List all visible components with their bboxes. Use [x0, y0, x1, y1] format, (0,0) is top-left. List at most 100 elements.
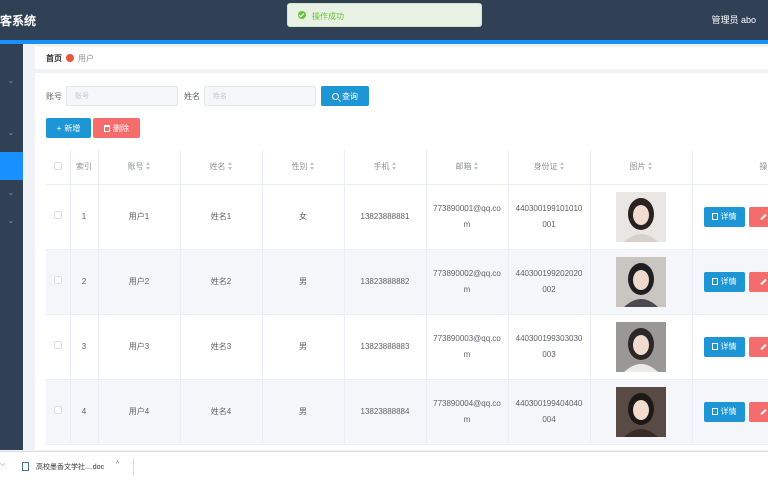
detail-button[interactable]: 详情 [703, 336, 745, 357]
row-select-cell[interactable] [46, 184, 71, 250]
sidebar-item-active[interactable] [0, 152, 23, 180]
account-input[interactable] [66, 86, 178, 106]
detail-button[interactable]: 详情 [703, 206, 745, 227]
row-checkbox[interactable] [53, 340, 62, 349]
user-menu[interactable]: 管理员 abo [711, 13, 756, 26]
sort-icon[interactable] [145, 162, 151, 171]
cell-photo [590, 379, 693, 445]
sort-icon[interactable] [559, 162, 565, 171]
cell-gender: 女 [262, 184, 345, 250]
sidebar: ⌄ ⌄ ⌄ ⌄ [0, 44, 23, 450]
chevron-down-icon[interactable]: ⌄ [6, 216, 16, 226]
cell-operations: 详情 [692, 379, 768, 445]
select-all-cell[interactable] [46, 150, 71, 185]
photo-image [616, 321, 666, 372]
cell-email: 773890003@qq.co m [426, 314, 509, 380]
divider [133, 458, 134, 475]
column-header[interactable]: 身份证 [508, 150, 591, 185]
chevron-down-icon[interactable]: ⌄ [6, 76, 16, 86]
sort-icon[interactable] [391, 162, 397, 171]
sort-icon[interactable] [473, 162, 479, 171]
scroll-left-icon[interactable]: ⌵ [0, 461, 5, 469]
document-icon [711, 213, 718, 220]
column-header[interactable]: 图片 [590, 150, 693, 185]
column-header[interactable]: 手机 [344, 150, 427, 185]
query-button[interactable]: 查询 [321, 86, 369, 106]
file-icon [22, 462, 29, 471]
toast-message: 操作成功 [312, 12, 344, 21]
cell-email: 773890004@qq.co m [426, 379, 509, 445]
cell-operations: 详情 [692, 184, 768, 250]
breadcrumb-bar: 首页 用户 [35, 47, 768, 69]
user-photo[interactable] [616, 256, 666, 307]
row-checkbox[interactable] [53, 275, 62, 284]
cell-phone: 13823888883 [344, 314, 427, 380]
cell-name: 姓名1 [180, 184, 263, 250]
cell-email: 773890001@qq.co m [426, 184, 509, 250]
cell-operations: 详情 [692, 314, 768, 380]
edit-icon [760, 343, 767, 350]
column-header: 操 [692, 150, 768, 185]
edit-icon [760, 408, 767, 415]
column-header[interactable]: 姓名 [180, 150, 263, 185]
cell-photo [590, 184, 693, 250]
row-select-cell[interactable] [46, 379, 71, 445]
chevron-down-icon[interactable]: ⌄ [6, 128, 16, 138]
cell-index: 4 [70, 379, 99, 445]
document-icon [711, 278, 718, 285]
row-checkbox[interactable] [53, 405, 62, 414]
cell-gender: 男 [262, 314, 345, 380]
cell-account: 用户4 [98, 379, 181, 445]
edit-icon [760, 213, 767, 220]
chevron-up-icon[interactable]: ^ [116, 461, 119, 468]
cell-phone: 13823888884 [344, 379, 427, 445]
sort-icon[interactable] [647, 162, 653, 171]
detail-button[interactable]: 详情 [703, 401, 745, 422]
trash-icon [104, 124, 110, 132]
cell-photo [590, 314, 693, 380]
cell-idcard: 440300199202020 002 [508, 249, 591, 315]
select-all-checkbox[interactable] [53, 161, 62, 170]
breadcrumb: 首页 用户 [46, 53, 94, 64]
name-input[interactable] [204, 86, 316, 106]
user-photo[interactable] [616, 321, 666, 372]
edit-button[interactable] [748, 271, 768, 292]
table-row: 2 用户2 姓名2 男 13823888882 773890002@qq.co m 44030… [46, 249, 768, 315]
add-button[interactable]: + 新增 [46, 118, 91, 138]
cell-index: 3 [70, 314, 99, 380]
cell-idcard: 440300199303030 003 [508, 314, 591, 380]
download-filename[interactable]: 高校墨香文学社....doc [36, 462, 104, 472]
column-header[interactable]: 邮箱 [426, 150, 509, 185]
photo-image [616, 386, 666, 437]
cell-phone: 13823888881 [344, 184, 427, 250]
cell-name: 姓名2 [180, 249, 263, 315]
row-select-cell[interactable] [46, 314, 71, 380]
check-circle-icon [298, 11, 306, 19]
edit-button[interactable] [748, 336, 768, 357]
chevron-down-icon[interactable]: ⌄ [6, 188, 16, 198]
column-header: 索引 [70, 150, 99, 185]
detail-button[interactable]: 详情 [703, 271, 745, 292]
sort-icon[interactable] [309, 162, 315, 171]
breadcrumb-separator-icon [66, 54, 74, 62]
sort-icon[interactable] [227, 162, 233, 171]
cell-account: 用户1 [98, 184, 181, 250]
edit-button[interactable] [748, 401, 768, 422]
user-photo[interactable] [616, 191, 666, 242]
column-header[interactable]: 性别 [262, 150, 345, 185]
row-select-cell[interactable] [46, 249, 71, 315]
download-bar: ⌵ 高校墨香文学社....doc ^ [0, 451, 768, 480]
breadcrumb-home[interactable]: 首页 [46, 54, 62, 63]
document-icon [711, 408, 718, 415]
cell-operations: 详情 [692, 249, 768, 315]
edit-icon [760, 278, 767, 285]
breadcrumb-current: 用户 [78, 54, 94, 63]
user-photo[interactable] [616, 386, 666, 437]
edit-button[interactable] [748, 206, 768, 227]
table-header-row: 索引 账号 姓名 性别 手机 邮箱 身份证 图片 操 [46, 150, 768, 185]
cell-idcard: 440300199404040 004 [508, 379, 591, 445]
column-header[interactable]: 账号 [98, 150, 181, 185]
row-checkbox[interactable] [53, 210, 62, 219]
app-title: 客系统 [0, 14, 37, 28]
delete-button[interactable]: 删除 [93, 118, 140, 138]
